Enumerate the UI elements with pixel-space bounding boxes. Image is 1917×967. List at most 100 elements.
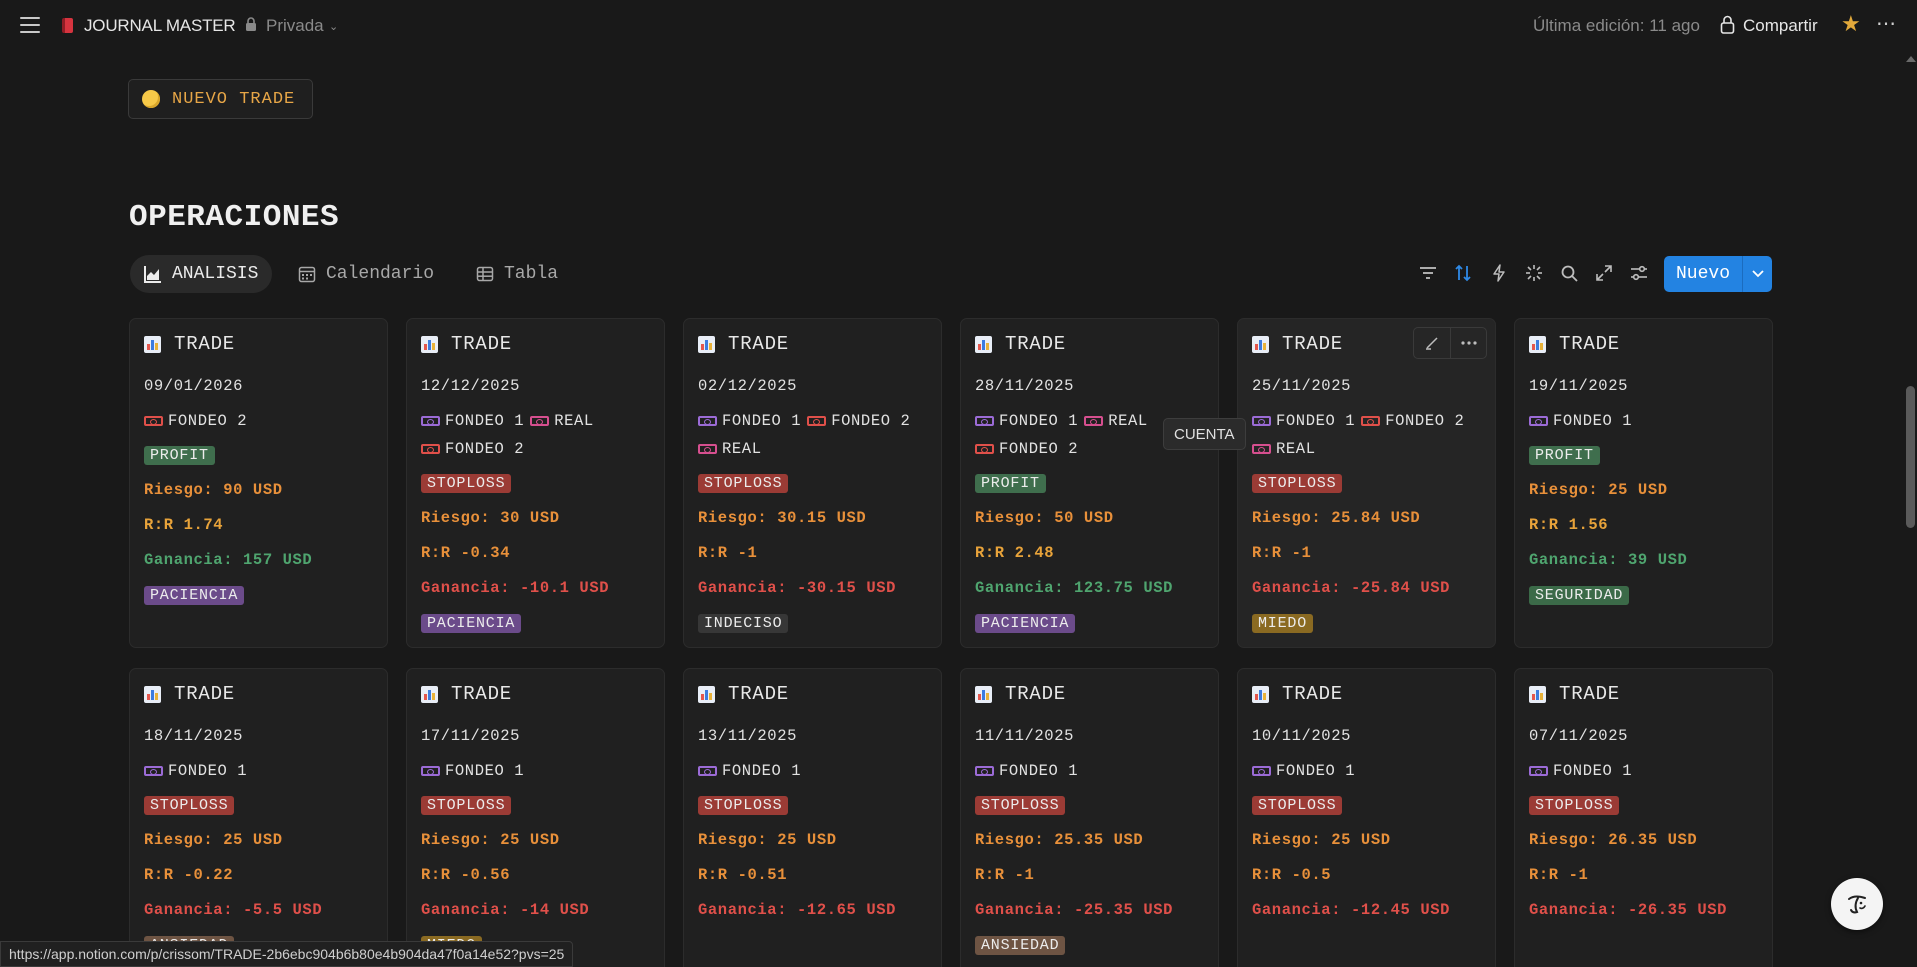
banknote-icon bbox=[1252, 444, 1271, 454]
emotion-tag: SEGURIDAD bbox=[1529, 586, 1630, 605]
account-name: REAL bbox=[722, 440, 762, 458]
emotion-row: ANSIEDAD bbox=[975, 936, 1066, 955]
expand-icon[interactable] bbox=[1593, 262, 1615, 284]
trade-card[interactable]: TRADE 28/11/2025 FONDEO 1 REAL FONDEO 2 PROFI… bbox=[960, 318, 1219, 648]
section-title: OPERACIONES bbox=[129, 200, 340, 235]
banknote-icon bbox=[975, 416, 994, 426]
account-chip: FONDEO 2 bbox=[144, 412, 247, 430]
emotion-tag: PACIENCIA bbox=[975, 614, 1076, 633]
trade-card[interactable]: TRADE 11/11/2025 FONDEO 1 STOPLOSS Riesgo: 2… bbox=[960, 668, 1219, 967]
account-list: FONDEO 1 bbox=[1252, 762, 1361, 781]
trade-card[interactable]: TRADE 19/11/2025 FONDEO 1 PROFIT Riesgo: 25 … bbox=[1514, 318, 1773, 648]
banknote-icon bbox=[807, 416, 827, 426]
banknote-icon bbox=[1529, 416, 1548, 426]
account-list: FONDEO 1 FONDEO 2 bbox=[1252, 412, 1470, 431]
card-title: TRADE bbox=[1529, 683, 1620, 705]
account-chip: FONDEO 2 bbox=[975, 440, 1078, 458]
profit-value: Ganancia: 157 USD bbox=[144, 551, 313, 569]
account-name: FONDEO 1 bbox=[722, 762, 802, 780]
result-tag: STOPLOSS bbox=[975, 796, 1066, 815]
sort-icon[interactable] bbox=[1452, 262, 1474, 284]
account-list: REAL bbox=[698, 440, 768, 459]
risk-reward-value: R:R -1 bbox=[698, 544, 758, 562]
bar-chart-icon bbox=[1529, 685, 1546, 703]
bar-chart-icon bbox=[144, 685, 161, 703]
banknote-icon bbox=[975, 444, 994, 454]
tab-tabla[interactable]: Tabla bbox=[462, 255, 572, 293]
trade-date: 18/11/2025 bbox=[144, 727, 244, 745]
banknote-icon bbox=[421, 416, 440, 426]
book-icon bbox=[62, 18, 73, 33]
page-title[interactable]: JOURNAL MASTER bbox=[84, 16, 236, 36]
more-options-icon[interactable]: ⋯ bbox=[1876, 11, 1897, 36]
trade-card[interactable]: TRADE 07/11/2025 FONDEO 1 STOPLOSS Riesgo: 2… bbox=[1514, 668, 1773, 967]
trade-card[interactable]: TRADE 17/11/2025 FONDEO 1 STOPLOSS Riesgo: 2… bbox=[406, 668, 665, 967]
banknote-icon bbox=[1084, 416, 1104, 426]
risk-value: Riesgo: 30 USD bbox=[421, 509, 560, 527]
account-chip: FONDEO 1 bbox=[421, 412, 524, 430]
account-list: FONDEO 1 bbox=[698, 762, 807, 781]
tooltip: CUENTA bbox=[1163, 418, 1246, 450]
new-trade-button[interactable]: NUEVO TRADE bbox=[128, 79, 313, 119]
risk-reward-value: R:R 1.74 bbox=[144, 516, 224, 534]
trade-card[interactable]: TRADE 18/11/2025 FONDEO 1 STOPLOSS Riesgo: 2… bbox=[129, 668, 388, 967]
account-name: REAL bbox=[1108, 412, 1148, 430]
trade-card[interactable]: TRADE 13/11/2025 FONDEO 1 STOPLOSS Riesgo: 2… bbox=[683, 668, 942, 967]
settings-sliders-icon[interactable] bbox=[1628, 262, 1650, 284]
menu-icon[interactable] bbox=[20, 17, 40, 33]
search-icon[interactable] bbox=[1558, 262, 1580, 284]
bar-chart-icon bbox=[144, 335, 161, 353]
new-entry-label[interactable]: Nuevo bbox=[1664, 256, 1743, 292]
emotion-tag: PACIENCIA bbox=[421, 614, 522, 633]
trade-card[interactable]: TRADE 12/12/2025 FONDEO 1 REAL FONDEO 2 STOPL… bbox=[406, 318, 665, 648]
result-row: STOPLOSS bbox=[1252, 474, 1343, 493]
risk-reward-value: R:R -0.56 bbox=[421, 866, 511, 884]
tab-analisis[interactable]: ANALISIS bbox=[130, 255, 273, 293]
account-name: FONDEO 1 bbox=[999, 762, 1079, 780]
banknote-icon bbox=[144, 766, 163, 776]
bar-chart-icon bbox=[1252, 685, 1269, 703]
trade-card[interactable]: TRADE 02/12/2025 FONDEO 1 FONDEO 2 REAL STOPL… bbox=[683, 318, 942, 648]
result-row: PROFIT bbox=[144, 446, 215, 465]
account-chip: REAL bbox=[1084, 412, 1148, 430]
trade-card[interactable]: TRADE 25/11/2025 FONDEO 1 FONDEO 2 REAL STOPL… bbox=[1237, 318, 1496, 648]
new-entry-button[interactable]: Nuevo bbox=[1664, 256, 1772, 292]
tab-calendario[interactable]: Calendario bbox=[284, 255, 448, 293]
favorite-star-icon[interactable]: ★ bbox=[1841, 11, 1861, 37]
filter-icon[interactable] bbox=[1417, 262, 1439, 284]
sparkle-icon[interactable] bbox=[1523, 262, 1545, 284]
last-edited-text: Última edición: 11 ago bbox=[1533, 16, 1700, 35]
account-name: FONDEO 1 bbox=[1553, 762, 1633, 780]
new-trade-label: NUEVO TRADE bbox=[172, 89, 296, 109]
risk-reward-value: R:R 2.48 bbox=[975, 544, 1055, 562]
card-title-text: TRADE bbox=[451, 333, 513, 355]
account-list: FONDEO 1 FONDEO 2 bbox=[698, 412, 916, 431]
result-tag: STOPLOSS bbox=[1529, 796, 1620, 815]
card-title-text: TRADE bbox=[1282, 683, 1344, 705]
risk-value: Riesgo: 25 USD bbox=[144, 831, 283, 849]
account-name: FONDEO 1 bbox=[999, 412, 1079, 430]
risk-value: Riesgo: 25.35 USD bbox=[975, 831, 1144, 849]
trade-card[interactable]: TRADE 09/01/2026 FONDEO 2 PROFIT Riesgo: 90 … bbox=[129, 318, 388, 648]
result-tag: STOPLOSS bbox=[698, 796, 789, 815]
profit-value: Ganancia: -10.1 USD bbox=[421, 579, 610, 597]
risk-reward-value: R:R -1 bbox=[1252, 544, 1312, 562]
account-name: FONDEO 1 bbox=[168, 762, 248, 780]
privacy-selector[interactable]: Privada bbox=[266, 16, 324, 36]
card-title-text: TRADE bbox=[728, 683, 790, 705]
account-chip: FONDEO 1 bbox=[144, 762, 247, 780]
account-name: FONDEO 2 bbox=[445, 440, 525, 458]
scrollbar-thumb[interactable] bbox=[1906, 386, 1915, 528]
more-options-icon[interactable] bbox=[1450, 328, 1486, 358]
account-chip: FONDEO 1 bbox=[975, 762, 1078, 780]
chevron-down-icon[interactable] bbox=[1743, 256, 1772, 292]
help-button[interactable] bbox=[1831, 878, 1883, 930]
profit-value: Ganancia: -12.45 USD bbox=[1252, 901, 1451, 919]
lightning-icon[interactable] bbox=[1488, 262, 1510, 284]
scroll-up-arrow[interactable] bbox=[1906, 56, 1916, 62]
share-button[interactable]: Compartir bbox=[1743, 16, 1818, 36]
edit-pencil-icon[interactable] bbox=[1414, 328, 1450, 358]
profit-value: Ganancia: 39 USD bbox=[1529, 551, 1688, 569]
trade-card[interactable]: TRADE 10/11/2025 FONDEO 1 STOPLOSS Riesgo: 2… bbox=[1237, 668, 1496, 967]
chevron-down-icon[interactable]: ⌄ bbox=[329, 20, 338, 33]
